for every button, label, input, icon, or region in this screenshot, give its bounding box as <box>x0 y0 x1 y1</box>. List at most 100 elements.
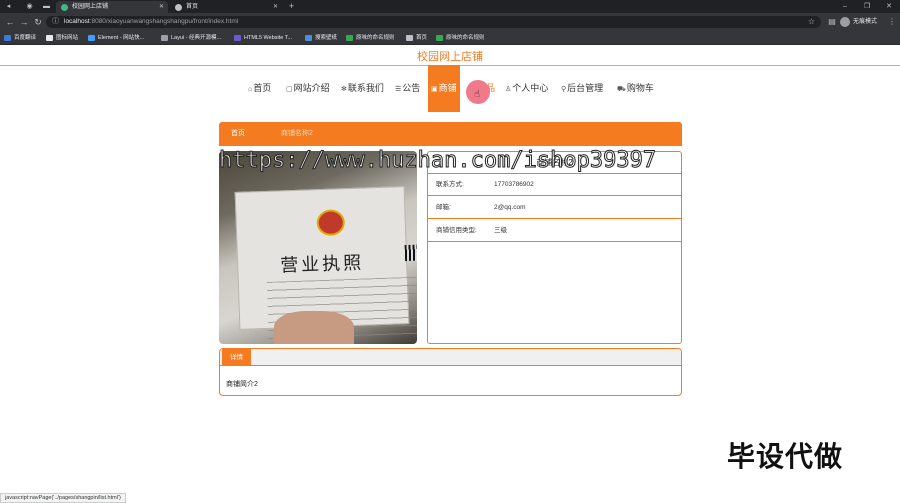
nav-about[interactable]: ▢网站介绍 <box>286 81 330 95</box>
tab-detail[interactable]: 详情 <box>222 349 251 366</box>
field-value: 17703786902 <box>494 181 534 188</box>
bookmark-item[interactable]: 原味的命名规则 <box>346 31 395 45</box>
shop-license-photo: 营业执照 <box>219 151 417 344</box>
extension-icon[interactable]: ▤ <box>826 16 838 28</box>
forward-icon[interactable]: → <box>18 16 30 28</box>
url-input[interactable]: ⓘ localhost:8080/xiaoyuanwangshangshangp… <box>46 16 821 28</box>
bookmark-item[interactable]: Layui - 经典开源模... <box>161 31 221 45</box>
bookmark-item[interactable]: 百度翻译 <box>4 31 36 45</box>
list-icon: ☰ <box>395 86 402 93</box>
bookmark-icon <box>46 35 53 41</box>
bookmark-icon <box>234 35 241 41</box>
bookmark-label: 图标网站 <box>56 35 79 41</box>
tab-home[interactable]: 首页 ✕ <box>170 1 282 13</box>
bookmark-icon <box>436 35 443 41</box>
bookmark-label: 搜索壁纸 <box>315 35 338 41</box>
bookmark-item[interactable]: 图标网站 <box>46 31 78 45</box>
reload-icon[interactable]: ↻ <box>32 16 44 28</box>
license-document: 营业执照 <box>234 186 417 342</box>
shop-icon: ▣ <box>431 86 438 93</box>
bookmark-label: 原味的命名规则 <box>446 35 485 41</box>
nav-home[interactable]: ⌂首页 <box>248 81 271 95</box>
bookmark-label: Element - 网站快... <box>98 35 145 41</box>
window-icon[interactable]: ◉ <box>25 2 34 11</box>
back-icon[interactable]: ← <box>4 16 16 28</box>
bookmark-label: 原味的命名规则 <box>356 35 395 41</box>
vue-icon <box>61 4 68 11</box>
nav-label: 个人中心 <box>512 83 549 93</box>
status-bar: javascript:navPage('../pages/shangpin/li… <box>0 493 126 503</box>
nav-contact[interactable]: ✻联系我们 <box>341 81 384 95</box>
nav-user-center[interactable]: ♙个人中心 <box>505 81 548 95</box>
user-icon: ♙ <box>505 86 512 93</box>
url-host: localhost <box>64 18 90 25</box>
nav-label: 购物车 <box>626 83 654 93</box>
menu-icon[interactable]: ⋮ <box>886 16 898 28</box>
bookmark-item[interactable]: HTML5 Website T... <box>234 31 292 45</box>
hand-shape <box>274 311 354 344</box>
incognito-profile[interactable]: 无痕模式 <box>840 16 877 28</box>
shop-description: 商铺简介2 <box>226 381 258 388</box>
tab-shop[interactable]: 校园网上店铺 ✕ <box>56 1 168 13</box>
new-tab-button[interactable]: + <box>287 2 296 11</box>
bookmark-label: 首页 <box>416 35 428 41</box>
bookmark-icon <box>88 35 95 41</box>
field-label: 商铺信用类型: <box>436 227 477 234</box>
nav-label: 公告 <box>402 83 421 93</box>
browser-tab-bar: ◂ ◉ ▬ 校园网上店铺 ✕ 首页 ✕ + – ❐ ✕ <box>0 0 900 13</box>
address-bar-row: ← → ↻ ⓘ localhost:8080/xiaoyuanwangshang… <box>0 13 900 31</box>
nav-label: 联系我们 <box>347 83 384 93</box>
home-icon: ⌂ <box>248 86 253 93</box>
maximize-icon[interactable]: ❐ <box>856 0 878 13</box>
bookmark-item[interactable]: 首页 <box>406 31 427 45</box>
bookmark-icon <box>406 35 413 41</box>
field-value: 三级 <box>494 227 507 234</box>
close-tab-icon[interactable]: ✕ <box>159 1 164 13</box>
watermark-url: https://www.huzhan.com/ishop39397 <box>218 148 657 174</box>
nav-notice[interactable]: ☰公告 <box>395 81 420 95</box>
bookmark-icon <box>346 35 353 41</box>
bookmark-item[interactable]: 搜索壁纸 <box>305 31 337 45</box>
breadcrumb-home[interactable]: 首页 <box>231 122 245 146</box>
nav-shop[interactable]: ▣商铺 <box>428 65 460 112</box>
bookmark-label: Layui - 经典开源模... <box>171 35 222 41</box>
bookmark-item[interactable]: 原味的命名规则 <box>436 31 485 45</box>
overlay-stamp: 毕设代做 <box>727 441 844 472</box>
profile-label: 无痕模式 <box>853 19 878 25</box>
shop-info-panel: 商铺名称2 联系方式: 17703786902 邮箱: 2@qq.com 商铺信… <box>427 151 682 344</box>
cart-icon: ⛟ <box>617 86 626 93</box>
tab-search-icon[interactable]: ◂ <box>4 2 13 11</box>
bookmark-icon <box>4 35 11 41</box>
minimize-icon[interactable]: – <box>834 0 856 13</box>
detail-section: 详情 商铺简介2 <box>219 348 682 396</box>
nav-label: 商铺 <box>438 83 457 93</box>
tab-group-icon[interactable]: ▬ <box>42 2 51 11</box>
asterisk-icon: ✻ <box>341 86 347 93</box>
tab-label: 首页 <box>186 4 199 10</box>
main-nav: ⌂首页 ▢网站介绍 ✻联系我们 ☰公告 ▣商铺 品 ♙个人中心 ⚲后台管理 ⛟购… <box>0 65 900 112</box>
info-row-credit: 商铺信用类型: 三级 <box>428 220 681 242</box>
close-tab-icon[interactable]: ✕ <box>273 1 278 13</box>
hand-cursor-icon: ☝ <box>474 89 481 100</box>
field-value: 2@qq.com <box>494 204 526 211</box>
incognito-icon <box>840 17 850 27</box>
info-row-contact: 联系方式: 17703786902 <box>428 174 681 196</box>
web-page: 校园网上店铺 ⌂首页 ▢网站介绍 ✻联系我们 ☰公告 ▣商铺 品 ♙个人中心 ⚲… <box>0 45 900 503</box>
site-title: 校园网上店铺 <box>417 51 483 63</box>
nav-label: 后台管理 <box>567 83 604 93</box>
site-info-icon[interactable]: ⓘ <box>52 16 59 28</box>
close-window-icon[interactable]: ✕ <box>878 0 900 13</box>
bookmark-label: 百度翻译 <box>14 35 37 41</box>
breadcrumb-current: 商铺名称2 <box>281 130 313 137</box>
nav-label: 首页 <box>253 83 272 93</box>
nav-admin[interactable]: ⚲后台管理 <box>561 81 603 95</box>
field-label: 联系方式: <box>436 181 464 188</box>
nav-label: 网站介绍 <box>293 83 330 93</box>
info-row-email: 邮箱: 2@qq.com <box>428 197 681 219</box>
bookmark-item[interactable]: Element - 网站快... <box>88 31 144 45</box>
globe-icon <box>175 4 182 11</box>
bookmark-label: HTML5 Website T... <box>244 35 293 41</box>
qr-code-icon <box>404 244 417 262</box>
bookmark-star-icon[interactable]: ☆ <box>808 16 815 28</box>
nav-cart[interactable]: ⛟购物车 <box>617 81 654 95</box>
